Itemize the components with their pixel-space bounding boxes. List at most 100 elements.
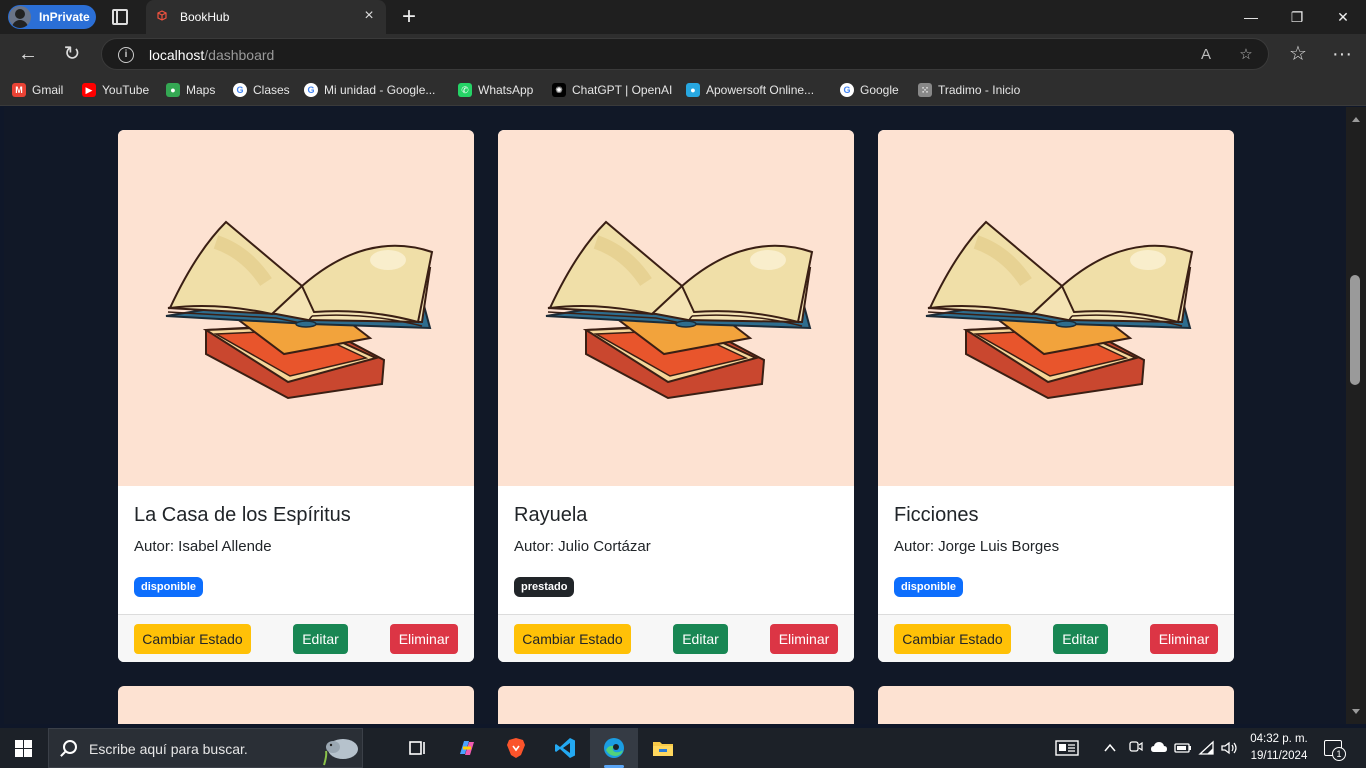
- status-badge: prestado: [514, 577, 575, 597]
- delete-button[interactable]: Eliminar: [1150, 624, 1218, 654]
- card-footer: Cambiar Estado Editar Eliminar: [118, 614, 474, 662]
- clock-date: 19/11/2024: [1250, 750, 1308, 762]
- brave-browser-icon[interactable]: [504, 736, 528, 760]
- meet-now-icon[interactable]: [1127, 739, 1143, 760]
- site-info-icon[interactable]: i: [118, 47, 134, 63]
- tab-close-button[interactable]: ×: [360, 7, 378, 25]
- bookmark-item[interactable]: G Clases: [233, 82, 290, 98]
- edit-button[interactable]: Editar: [1053, 624, 1108, 654]
- url-text[interactable]: localhost/dashboard: [149, 47, 274, 63]
- open-book-illustration: [165, 220, 434, 400]
- vscode-icon[interactable]: [553, 736, 577, 760]
- google-icon: G: [840, 83, 854, 97]
- book-card-partial: [878, 686, 1234, 724]
- tab-bookhub[interactable]: BookHub ×: [146, 0, 386, 34]
- book-card: La Casa de los Espíritus Autor: Isabel A…: [118, 130, 474, 662]
- more-menu-icon[interactable]: ···: [1330, 42, 1354, 66]
- search-icon: [63, 740, 77, 754]
- change-status-button[interactable]: Cambiar Estado: [514, 624, 631, 654]
- bookmark-item[interactable]: ⁙ Tradimo - Inicio: [918, 82, 1020, 98]
- add-favorite-icon[interactable]: ☆: [1236, 45, 1256, 65]
- google-icon: G: [233, 83, 247, 97]
- bookmark-label: Apowersoft Online...: [706, 83, 815, 97]
- tab-actions-icon[interactable]: [112, 9, 128, 25]
- close-window-button[interactable]: ✕: [1320, 0, 1366, 34]
- task-view-icon[interactable]: [406, 736, 430, 760]
- book-card: Ficciones Autor: Jorge Luis Borges dispo…: [878, 130, 1234, 662]
- refresh-button[interactable]: ↻: [60, 42, 84, 66]
- laravel-icon: [157, 10, 167, 21]
- book-cover-image: [498, 130, 854, 486]
- delete-button[interactable]: Eliminar: [770, 624, 838, 654]
- url-host: localhost: [149, 47, 205, 63]
- book-title: Rayuela: [514, 504, 588, 526]
- new-tab-button[interactable]: +: [398, 4, 420, 30]
- edge-icon[interactable]: [602, 736, 626, 760]
- scroll-up-arrow-icon[interactable]: [1352, 117, 1360, 122]
- bookmark-item[interactable]: ● Maps: [166, 82, 215, 98]
- battery-icon[interactable]: [1174, 739, 1192, 760]
- open-book-illustration: [925, 220, 1194, 400]
- wifi-icon[interactable]: [1198, 739, 1216, 760]
- book-cover-image: [878, 130, 1234, 486]
- profile-avatar-icon: [9, 6, 31, 28]
- book-author: Autor: Jorge Luis Borges: [894, 538, 1060, 555]
- edit-button[interactable]: Editar: [673, 624, 728, 654]
- windows-start-icon[interactable]: [15, 740, 32, 757]
- change-status-button[interactable]: Cambiar Estado: [134, 624, 251, 654]
- bookmark-item[interactable]: ✆ WhatsApp: [458, 82, 533, 98]
- notification-count-badge: 1: [1332, 747, 1346, 761]
- scroll-down-arrow-icon[interactable]: [1352, 709, 1360, 714]
- file-explorer-icon[interactable]: [651, 736, 675, 760]
- search-placeholder: Escribe aquí para buscar.: [89, 741, 248, 757]
- openai-icon: ✺: [552, 83, 566, 97]
- book-author: Autor: Isabel Allende: [134, 538, 272, 555]
- tab-bar: InPrivate BookHub × + — ❐ ✕: [0, 0, 1366, 34]
- book-title: Ficciones: [894, 504, 979, 526]
- edit-button[interactable]: Editar: [293, 624, 348, 654]
- taskbar-search-box[interactable]: Escribe aquí para buscar.: [48, 728, 363, 768]
- back-button[interactable]: ←: [16, 42, 40, 66]
- address-bar[interactable]: i localhost/dashboard A ☆: [101, 38, 1269, 70]
- book-card-partial: [118, 686, 474, 724]
- card-footer: Cambiar Estado Editar Eliminar: [498, 614, 854, 662]
- bookmarks-bar: M Gmail ▶ YouTube ● Maps G Clases G Mi unidad - G…: [0, 74, 1366, 106]
- bookmark-label: Clases: [253, 83, 290, 97]
- onedrive-icon[interactable]: [1150, 739, 1168, 760]
- bookmark-label: YouTube: [102, 83, 150, 97]
- gmail-icon: M: [12, 83, 26, 97]
- restore-button[interactable]: ❐: [1274, 0, 1320, 34]
- read-aloud-icon[interactable]: A: [1196, 45, 1216, 65]
- favorites-icon[interactable]: ☆: [1286, 42, 1310, 66]
- bookmark-item[interactable]: ✺ ChatGPT | OpenAI: [552, 82, 672, 98]
- bookmark-item[interactable]: G Google: [840, 82, 899, 98]
- apowersoft-icon: ●: [686, 83, 700, 97]
- copilot-icon[interactable]: [455, 736, 479, 760]
- taskbar-clock[interactable]: 04:32 p. m. 19/11/2024: [1244, 731, 1314, 765]
- card-footer: Cambiar Estado Editar Eliminar: [878, 614, 1234, 662]
- book-author: Autor: Julio Cortázar: [514, 538, 651, 555]
- bookmark-label: WhatsApp: [478, 83, 534, 97]
- url-path: /dashboard: [204, 47, 275, 63]
- bookmark-item[interactable]: ▶ YouTube: [82, 82, 149, 98]
- google-icon: G: [304, 83, 318, 97]
- delete-button[interactable]: Eliminar: [390, 624, 458, 654]
- status-badge: disponible: [134, 577, 203, 597]
- inprivate-badge[interactable]: InPrivate: [8, 5, 96, 29]
- news-widget-icon[interactable]: [1055, 739, 1079, 760]
- clock-time: 04:32 p. m.: [1250, 733, 1308, 745]
- bookmark-item[interactable]: G Mi unidad - Google...: [304, 82, 435, 98]
- bookmark-label: Maps: [186, 83, 216, 97]
- tab-title: BookHub: [180, 10, 230, 24]
- book-card-partial: [498, 686, 854, 724]
- bookmark-label: Google: [860, 83, 899, 97]
- change-status-button[interactable]: Cambiar Estado: [894, 624, 1011, 654]
- scroll-thumb[interactable]: [1350, 275, 1360, 385]
- bookmark-item[interactable]: M Gmail: [12, 82, 63, 98]
- manatee-icon: [323, 739, 358, 766]
- page-scrollbar[interactable]: [1346, 107, 1366, 724]
- bookmark-item[interactable]: ● Apowersoft Online...: [686, 82, 814, 98]
- tray-overflow-icon[interactable]: [1103, 739, 1117, 760]
- volume-icon[interactable]: [1220, 739, 1240, 760]
- minimize-button[interactable]: —: [1228, 0, 1274, 34]
